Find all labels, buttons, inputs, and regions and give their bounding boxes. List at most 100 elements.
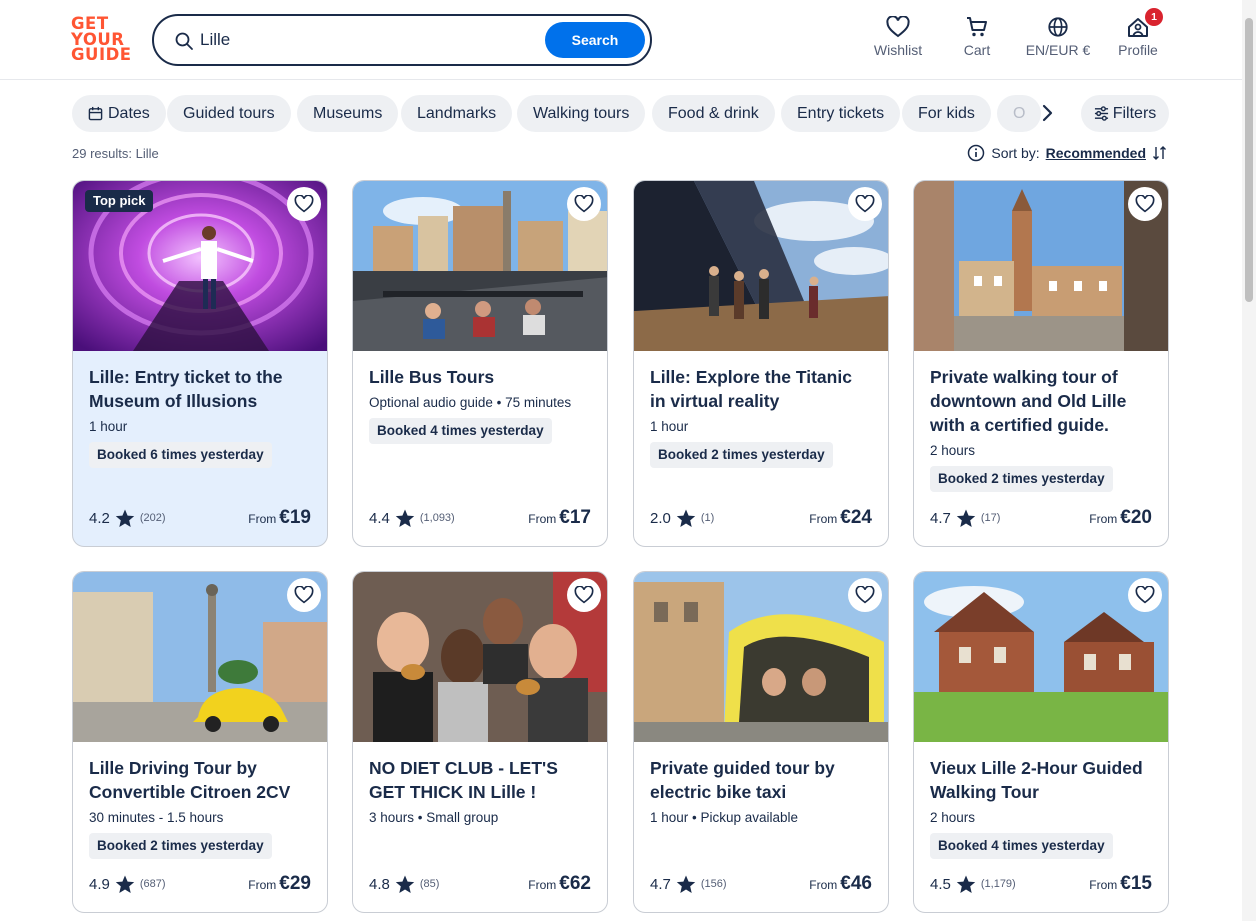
card-image [634,181,888,351]
card-meta: 1 hour [650,419,689,434]
search-icon [175,32,193,50]
card-title[interactable]: Vieux Lille 2-Hour Guided Walking Tour [930,756,1152,804]
card-price: From €19 [248,507,311,528]
heart-icon [1135,195,1155,213]
card-title[interactable]: Lille Driving Tour by Convertible Citroe… [89,756,311,804]
card-rating: 4.7 (156) [650,875,727,893]
activity-card[interactable]: Private walking tour of downtown and Old… [913,180,1169,547]
info-icon[interactable] [967,144,985,162]
cart-button[interactable]: Cart [955,16,999,58]
activity-card[interactable]: NO DIET CLUB - LET'S GET THICK IN Lille … [352,571,608,913]
sort-control[interactable]: Sort by: Recommended [967,144,1168,162]
card-meta: Optional audio guide • 75 minutes [369,395,572,410]
card-price: From €20 [1089,507,1152,528]
chip-food-drink[interactable]: Food & drink [652,95,775,132]
wishlist-heart-button[interactable] [848,578,882,612]
wishlist-label: Wishlist [873,42,923,58]
activity-card[interactable]: Vieux Lille 2-Hour Guided Walking Tour 2… [913,571,1169,913]
card-rating: 4.2 (202) [89,509,166,527]
booked-badge: Booked 2 times yesterday [930,466,1113,492]
search-button[interactable]: Search [545,22,645,58]
card-image [73,572,327,742]
logo[interactable]: GET YOUR GUIDE [71,16,131,64]
chip-landmarks[interactable]: Landmarks [401,95,513,132]
wishlist-heart-button[interactable] [287,187,321,221]
card-image [353,572,607,742]
star-icon [956,875,976,893]
activity-card[interactable]: Top pick Lille: Entry ticket to the Muse… [72,180,328,547]
chip-walking-tours[interactable]: Walking tours [517,95,646,132]
booked-badge: Booked 6 times yesterday [89,442,272,468]
heart-icon [294,195,314,213]
card-title[interactable]: NO DIET CLUB - LET'S GET THICK IN Lille … [369,756,591,804]
scrollbar[interactable] [1242,0,1256,921]
star-icon [115,875,135,893]
sort-value[interactable]: Recommended [1046,145,1146,161]
activity-card[interactable]: Lille Driving Tour by Convertible Citroe… [72,571,328,913]
card-meta: 1 hour • Pickup available [650,810,799,825]
booked-badge: Booked 2 times yesterday [89,833,272,859]
scrollbar-thumb[interactable] [1245,18,1253,302]
card-title[interactable]: Lille Bus Tours [369,365,591,389]
wishlist-heart-button[interactable] [567,187,601,221]
language-currency-button[interactable]: EN/EUR € [1022,16,1094,58]
heart-icon [294,586,314,604]
chevron-right-icon[interactable] [1036,102,1058,124]
card-image [353,181,607,351]
notification-badge: 1 [1145,8,1163,26]
card-rating: 4.9 (687) [89,875,166,893]
card-price: From €29 [248,873,311,894]
top-pick-badge: Top pick [85,190,154,212]
results-count: 29 results: Lille [72,146,159,161]
card-title[interactable]: Lille: Explore the Titanic in virtual re… [650,365,872,413]
card-image [914,181,1168,351]
card-rating: 2.0 (1) [650,509,715,527]
chip-museums[interactable]: Museums [297,95,399,132]
heart-icon [574,195,594,213]
card-price: From €15 [1089,873,1152,894]
sliders-icon [1094,106,1108,121]
chip-for-kids[interactable]: For kids [902,95,991,132]
booked-badge: Booked 4 times yesterday [369,418,552,444]
card-rating: 4.8 (85) [369,875,440,893]
chip-entry-tickets[interactable]: Entry tickets [781,95,901,132]
card-rating: 4.4 (1,093) [369,509,455,527]
card-price: From €17 [528,507,591,528]
chip-guided-tours[interactable]: Guided tours [167,95,291,132]
search-bar: Search [152,14,652,66]
sort-arrows-icon [1153,146,1166,160]
chip-dates[interactable]: Dates [72,95,166,132]
cart-icon [967,17,987,37]
search-input[interactable] [200,26,530,54]
filter-chips: Dates Guided tours Museums Landmarks Wal… [72,95,1072,133]
heart-icon [886,16,910,38]
wishlist-button[interactable]: Wishlist [870,16,926,58]
activity-card[interactable]: Private guided tour by electric bike tax… [633,571,889,913]
globe-icon [1048,17,1068,37]
card-image [914,572,1168,742]
card-price: From €46 [809,873,872,894]
star-icon [676,509,696,527]
star-icon [395,509,415,527]
card-title[interactable]: Lille: Entry ticket to the Museum of Ill… [89,365,311,413]
card-meta: 2 hours [930,443,976,458]
chip-more[interactable]: O [997,95,1042,132]
activity-card[interactable]: Lille: Explore the Titanic in virtual re… [633,180,889,547]
star-icon [395,875,415,893]
wishlist-heart-button[interactable] [1128,187,1162,221]
activity-card[interactable]: Lille Bus Tours Optional audio guide • 7… [352,180,608,547]
wishlist-heart-button[interactable] [567,578,601,612]
filters-button[interactable]: Filters [1081,95,1169,132]
wishlist-heart-button[interactable] [287,578,321,612]
calendar-icon [88,106,103,121]
wishlist-heart-button[interactable] [1128,578,1162,612]
card-price: From €24 [809,507,872,528]
star-icon [115,509,135,527]
header: GET YOUR GUIDE Search Wishlist Cart EN/E… [0,0,1242,80]
profile-button[interactable]: Profile 1 [1112,8,1164,58]
card-meta: 1 hour [89,419,128,434]
wishlist-heart-button[interactable] [848,187,882,221]
card-title[interactable]: Private guided tour by electric bike tax… [650,756,872,804]
card-title[interactable]: Private walking tour of downtown and Old… [930,365,1152,437]
profile-label: Profile [1118,42,1158,58]
